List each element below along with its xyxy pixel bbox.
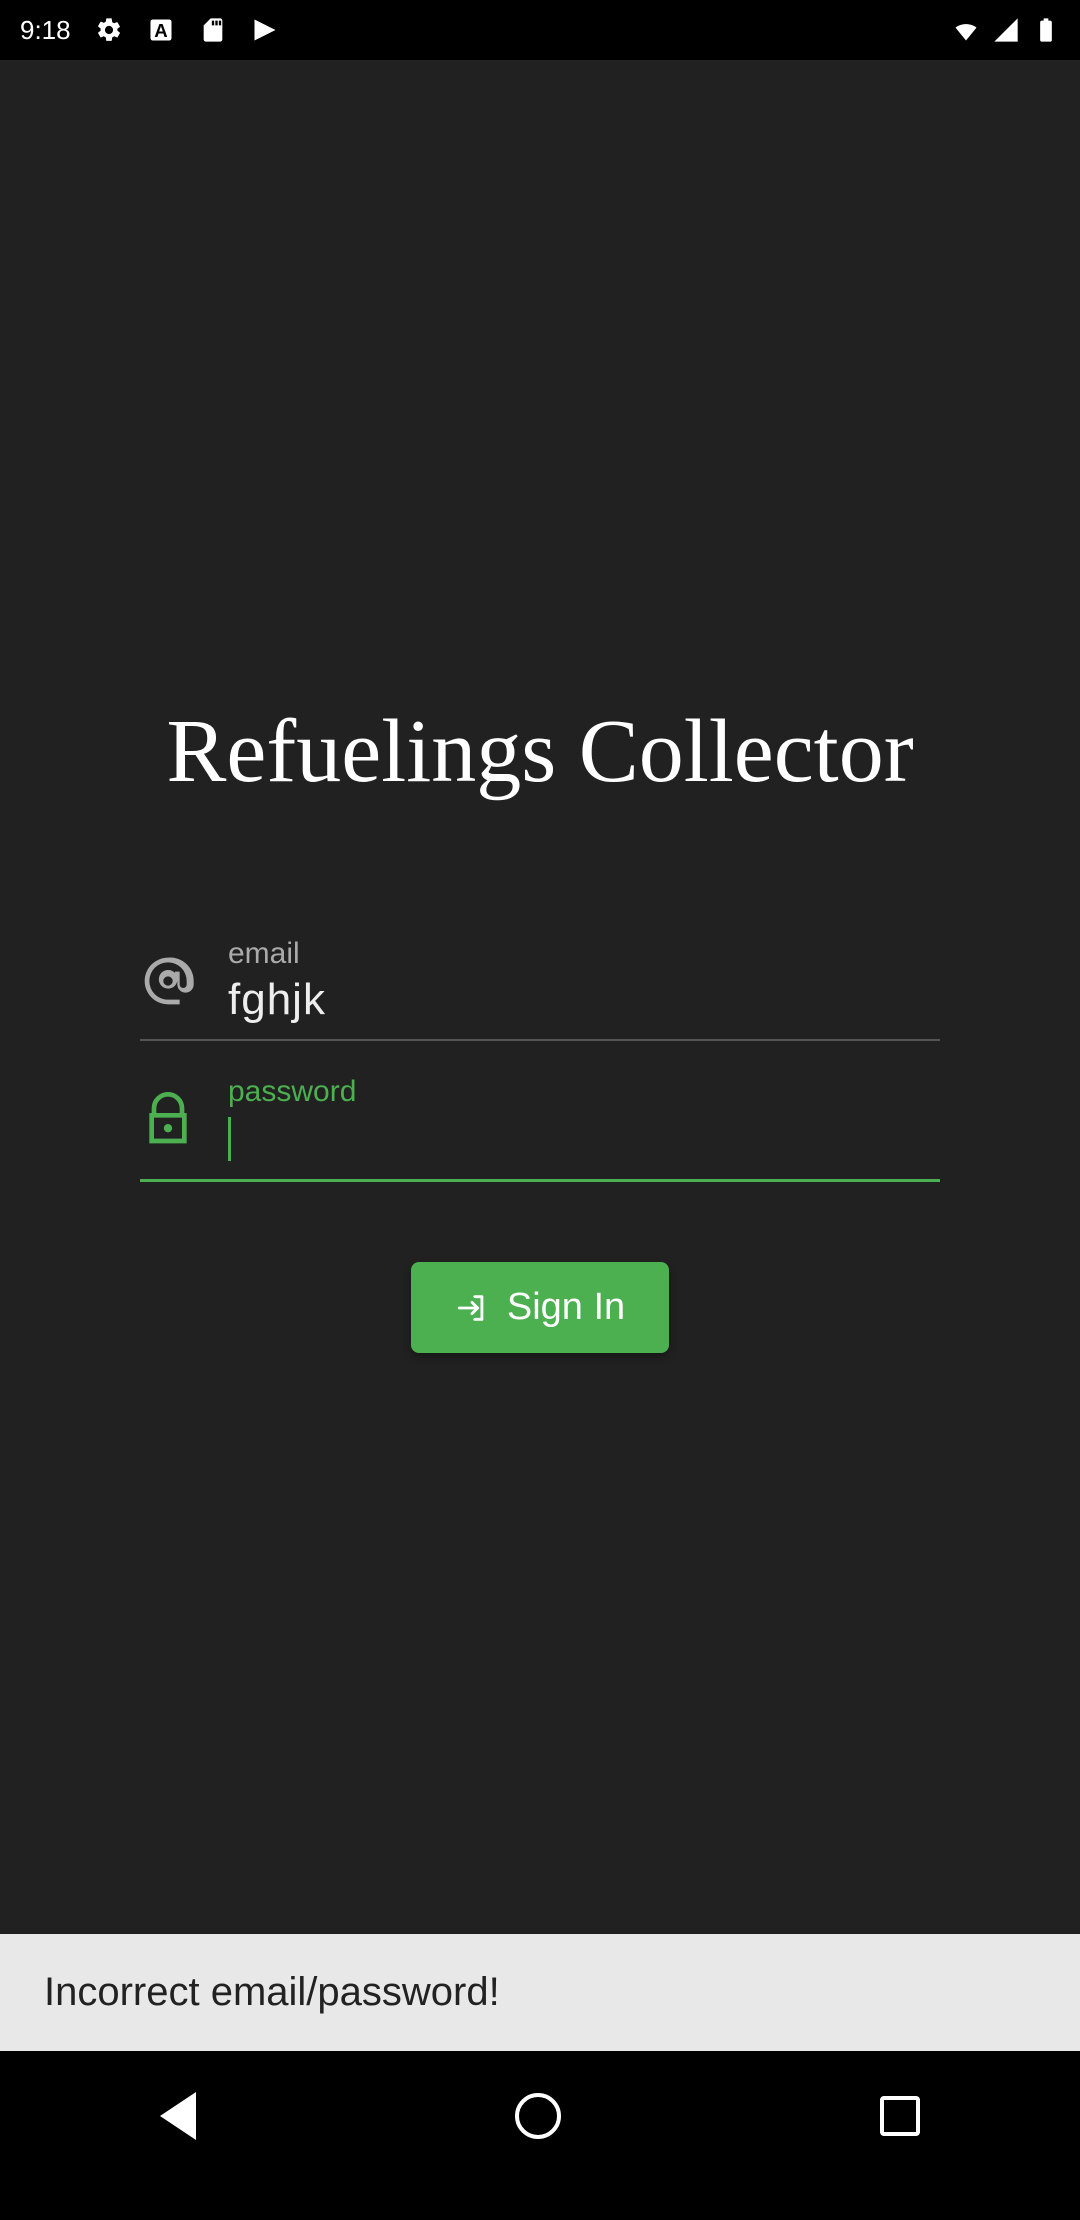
password-field[interactable]: [228, 1113, 940, 1165]
recent-apps-button[interactable]: [880, 2096, 920, 2136]
sd-card-icon: [199, 16, 227, 44]
status-bar: 9:18 A: [0, 0, 1080, 60]
at-sign-icon: [140, 953, 196, 1009]
sign-in-button[interactable]: Sign In: [411, 1262, 669, 1353]
snackbar-message: Incorrect email/password!: [44, 1970, 500, 2014]
password-input-group[interactable]: password: [140, 1061, 940, 1182]
email-input-group[interactable]: email: [140, 923, 940, 1041]
wifi-icon: [952, 16, 980, 44]
error-snackbar: Incorrect email/password!: [0, 1934, 1080, 2051]
app-title: Refuelings Collector: [166, 700, 913, 803]
back-button[interactable]: [160, 2092, 196, 2140]
password-input-col: password: [228, 1075, 940, 1165]
sign-in-icon: [455, 1291, 489, 1325]
sign-in-button-label: Sign In: [507, 1286, 625, 1329]
navigation-bar: [0, 2051, 1080, 2181]
email-label: email: [228, 937, 940, 971]
battery-icon: [1032, 16, 1060, 44]
svg-text:A: A: [154, 20, 167, 41]
text-caret: [228, 1117, 231, 1161]
cell-signal-icon: [992, 16, 1020, 44]
a-box-icon: A: [147, 16, 175, 44]
play-store-icon: [251, 16, 279, 44]
status-right-group: [952, 16, 1060, 44]
lock-icon: [140, 1092, 196, 1148]
settings-icon: [95, 16, 123, 44]
app-body: Refuelings Collector email password Sign…: [0, 60, 1080, 2051]
email-field[interactable]: [228, 975, 940, 1025]
status-left-group: 9:18 A: [20, 15, 279, 46]
password-label: password: [228, 1075, 940, 1109]
email-input-col: email: [228, 937, 940, 1025]
status-time: 9:18: [20, 15, 71, 46]
home-button[interactable]: [515, 2093, 561, 2139]
